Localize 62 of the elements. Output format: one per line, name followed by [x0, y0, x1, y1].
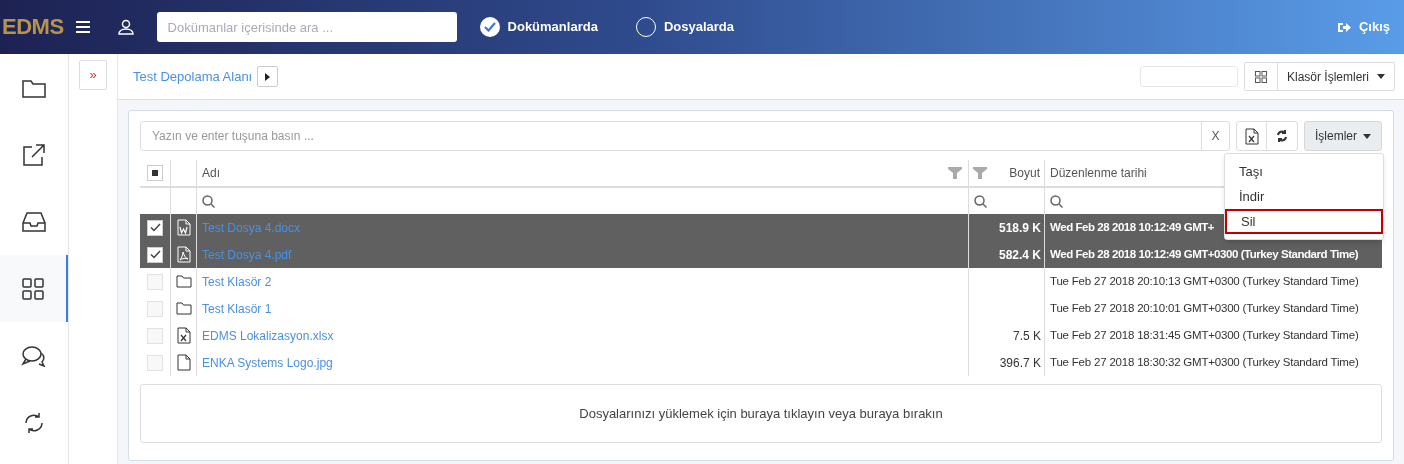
inbox-icon	[22, 211, 46, 232]
table-cell-text: Tue Feb 27 2018 18:31:45 GMT+0300 (Turkey Standard Time)	[1050, 327, 1359, 343]
pdf-file-icon	[176, 246, 191, 263]
table-cell-text: Tue Feb 27 2018 18:30:32 GMT+0300 (Turkey Standard Time)	[1050, 354, 1359, 370]
refresh-icon	[1276, 130, 1288, 142]
logout-icon	[1337, 21, 1351, 33]
column-header[interactable]: Adı	[202, 164, 220, 182]
folder-actions-button[interactable]: Klasör İşlemleri	[1277, 63, 1394, 90]
menu-item[interactable]: İndir	[1225, 184, 1383, 209]
sidebar-item[interactable]	[0, 255, 68, 322]
column-header[interactable]: Boyut	[1009, 164, 1040, 182]
sync-icon	[22, 410, 46, 435]
search-field[interactable]: Dokümanlar içerisinde ara ...	[156, 12, 457, 42]
caret-icon	[1377, 74, 1385, 79]
breadcrumb-arrow-button[interactable]	[257, 66, 279, 87]
table-cell-text: 7.5 K	[1012, 327, 1041, 345]
logo: EDMS	[2, 14, 64, 40]
dropzone-text: Dosyalarınızı yüklemek için buraya tıklayın veya buraya bırakın	[579, 404, 943, 423]
word-file-icon	[176, 219, 191, 236]
row-checkbox[interactable]	[147, 246, 163, 263]
row-checkbox[interactable]	[147, 354, 163, 371]
actions-button[interactable]: İşlemler	[1304, 121, 1382, 151]
chat-icon	[21, 344, 47, 367]
column-header[interactable]: Düzenlenme tarihi	[1050, 164, 1147, 182]
menu-icon[interactable]	[75, 21, 90, 33]
row-checkbox[interactable]	[147, 300, 163, 317]
table-cell-text: Tue Feb 27 2018 20:10:13 GMT+0300 (Turkey Standard Time)	[1050, 273, 1359, 289]
select-all-checkbox[interactable]	[147, 165, 163, 181]
grid-icon	[1254, 70, 1267, 83]
user-icon[interactable]	[117, 19, 134, 35]
caret-icon	[1363, 133, 1371, 139]
excel-icon	[1244, 127, 1259, 145]
table-cell-text: 518.9 K	[998, 219, 1041, 237]
scope-radio[interactable]: Dokümanlarda	[479, 17, 598, 37]
row-checkbox[interactable]	[147, 327, 163, 344]
folder-icon	[175, 302, 192, 315]
expand-button[interactable]: »	[79, 60, 107, 90]
folder-icon	[175, 275, 192, 288]
table-cell-text: Tue Feb 27 2018 20:10:01 GMT+0300 (Turkey Standard Time)	[1050, 300, 1359, 316]
table-cell-text: 582.4 K	[998, 246, 1041, 264]
row-checkbox[interactable]	[147, 219, 163, 236]
share-icon	[22, 142, 46, 167]
check-icon	[483, 22, 496, 32]
table-row[interactable]: Test Dosya 4.pdf 582.4 K Wed Feb 28 2018 10:12:49 GMT+0300 (Turkey Standard Time)	[140, 241, 1382, 268]
search-icon	[1050, 194, 1063, 208]
table-cell-text: Wed Feb 28 2018 10:12:49 GMT+	[1050, 219, 1215, 235]
play-icon	[265, 72, 271, 81]
clear-button[interactable]: X	[1201, 122, 1229, 150]
excel-file-icon	[176, 327, 191, 344]
menu-item[interactable]: Taşı	[1225, 159, 1383, 184]
upload-dropzone[interactable]: Dosyalarınızı yüklemek için buraya tıklayın veya buraya bırakın	[140, 384, 1382, 443]
menu-item[interactable]: Sil	[1225, 209, 1383, 234]
search-icon	[202, 194, 215, 208]
table-cell-text: 396.7 K	[999, 354, 1041, 372]
table-cell-text: Wed Feb 28 2018 10:12:49 GMT+0300 (Turkey Standard Time)	[1050, 246, 1359, 262]
search-icon	[974, 194, 987, 208]
scope-radio[interactable]: Dosyalarda	[635, 17, 734, 37]
folder-icon	[22, 77, 46, 98]
filter-field[interactable]: Yazın ve enter tuşuna basın ... X	[140, 121, 1230, 151]
row-checkbox[interactable]	[147, 273, 163, 290]
grid-icon	[21, 276, 45, 301]
file-icon	[176, 354, 191, 371]
